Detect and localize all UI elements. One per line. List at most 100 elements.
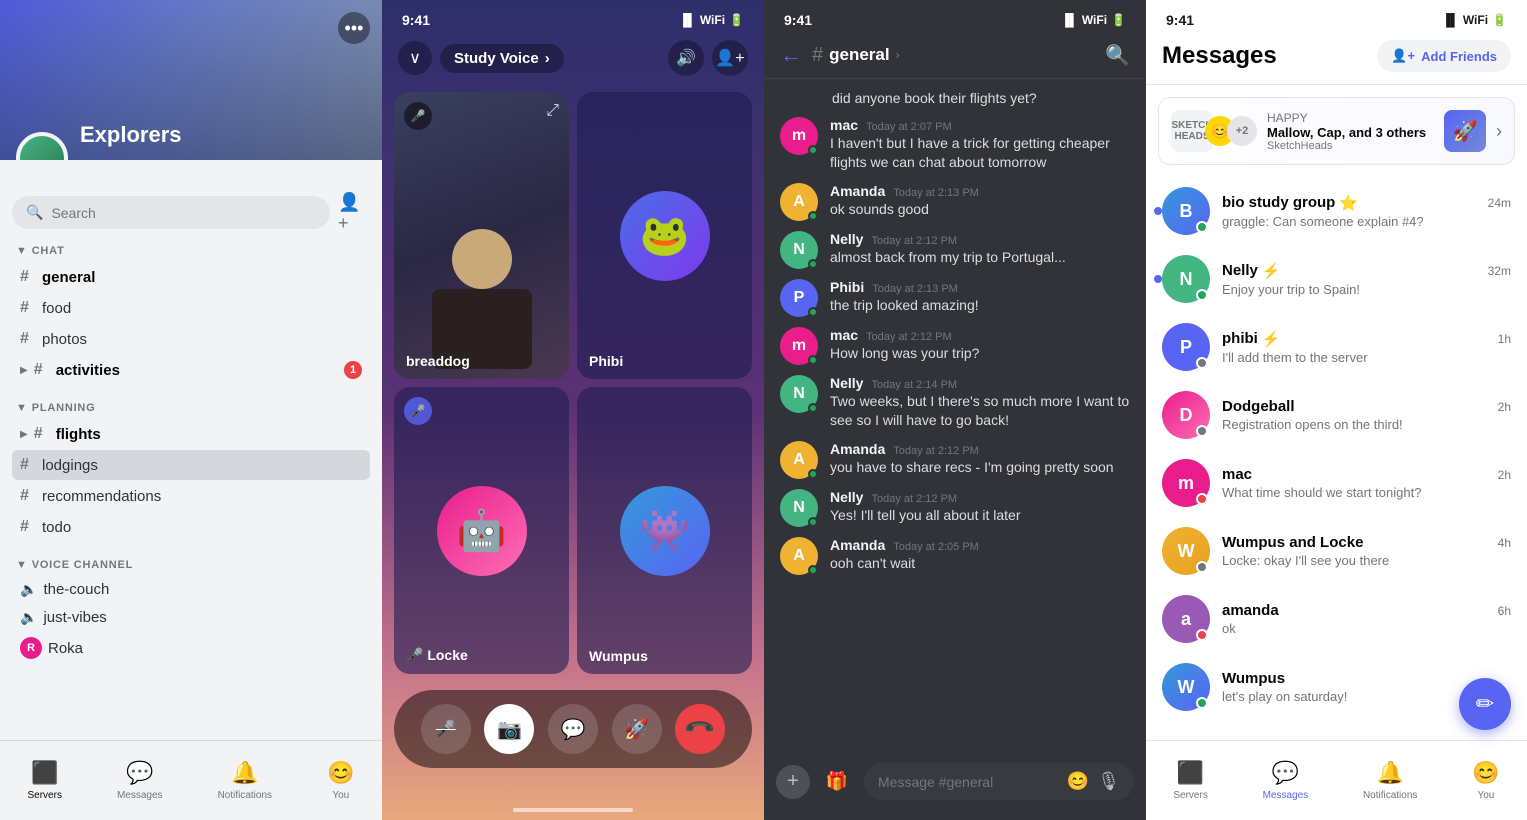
message-sender: Nelly ⚡ — [1222, 262, 1281, 280]
nav-notifications[interactable]: 🔔 Notifications — [1347, 752, 1433, 809]
microphone-button[interactable]: 🎙 — [1097, 771, 1120, 792]
author-row: Phibi Today at 2:13 PM — [830, 279, 1130, 295]
channel-flights[interactable]: ▶ # flights — [12, 419, 370, 449]
nav-you[interactable]: 😊 You — [311, 752, 370, 809]
nav-servers[interactable]: ⬛ Servers — [12, 752, 78, 809]
hangup-button[interactable]: 📞 — [665, 694, 736, 765]
status-dot — [808, 145, 818, 155]
add-friends-label: Add Friends — [1421, 49, 1497, 64]
chat-button[interactable]: 💬 — [548, 704, 598, 754]
back-button[interactable]: ∨ — [398, 41, 432, 75]
message-input[interactable]: Message #general 😊 🎙 — [864, 763, 1134, 800]
channel-food[interactable]: # food — [12, 293, 370, 323]
nav-messages[interactable]: 💬 Messages — [101, 752, 179, 809]
message-item[interactable]: a amanda 6h ok — [1146, 585, 1527, 653]
nav-you[interactable]: 😊 You — [1456, 752, 1515, 809]
avatar: N — [780, 375, 818, 413]
message-item[interactable]: N Nelly ⚡ 32m Enjoy your trip to Spain! — [1146, 245, 1527, 313]
voice-channel-name: the-couch — [43, 581, 109, 598]
chat-section-header[interactable]: ▼ CHAT — [12, 241, 370, 261]
message-text: How long was your trip? — [830, 344, 1130, 364]
message-time: Today at 2:12 PM — [893, 445, 979, 457]
panel-server-channels: Explorers ••• 🔍 Search 👤+ ▼ CHAT # gener… — [0, 0, 382, 820]
voice-channel-roka[interactable]: R Roka — [12, 632, 370, 664]
emoji-button[interactable]: 😊 — [1067, 771, 1089, 792]
avatar: N — [780, 231, 818, 269]
planning-section-header[interactable]: ▼ PLANNING — [12, 398, 370, 418]
channel-lodgings[interactable]: # lodgings — [12, 450, 370, 480]
status-bar: 9:41 ▐▌ WiFi 🔋 — [1146, 0, 1527, 32]
message-time: 32m — [1488, 264, 1511, 278]
participant-wumpus[interactable]: 👾 Wumpus — [577, 387, 752, 674]
voice-channel-the-couch[interactable]: 🔈 the-couch — [12, 576, 370, 603]
message-item[interactable]: m mac 2h What time should we start tonig… — [1146, 449, 1527, 517]
panel-chat: 9:41 ▐▌ WiFi 🔋 ← # general › 🔍 did anyon… — [764, 0, 1146, 820]
channel-general[interactable]: # general — [12, 262, 370, 292]
message-content: mac Today at 2:07 PM I haven't but I hav… — [830, 117, 1130, 173]
chat-chevron-icon: ▼ — [16, 245, 28, 257]
message-content: Phibi Today at 2:13 PM the trip looked a… — [830, 279, 1130, 317]
speaker-button[interactable]: 🔊 — [668, 40, 704, 76]
chat-header: ← # general › 🔍 — [764, 32, 1146, 79]
channel-name: general — [42, 269, 362, 286]
add-friends-button[interactable]: 👤+ Add Friends — [1377, 40, 1511, 72]
participant-phibi[interactable]: 🐸 Phibi — [577, 92, 752, 379]
message-content: Nelly ⚡ 32m Enjoy your trip to Spain! — [1222, 262, 1511, 297]
message-sender: amanda — [1222, 602, 1279, 619]
channel-recommendations[interactable]: # recommendations — [12, 481, 370, 511]
status-dot — [808, 565, 818, 575]
nav-servers[interactable]: ⬛ Servers — [1157, 752, 1223, 809]
nav-notifications[interactable]: 🔔 Notifications — [202, 752, 288, 809]
voice-channel-just-vibes[interactable]: 🔈 just-vibes — [12, 604, 370, 631]
voice-section-header[interactable]: ▼ VOICE CHANNEL — [12, 555, 370, 575]
channel-photos[interactable]: # photos — [12, 324, 370, 354]
author-row: Nelly Today at 2:12 PM — [830, 231, 1130, 247]
messages-list[interactable]: B bio study group ⭐ 24m graggle: Can som… — [1146, 177, 1527, 740]
chat-icon: 💬 — [561, 717, 586, 742]
compose-button[interactable]: ✏ — [1459, 678, 1511, 730]
message-text: you have to share recs - I'm going prett… — [830, 458, 1130, 478]
back-button[interactable]: ← — [780, 42, 802, 68]
status-icons: ▐▌ WiFi 🔋 — [1061, 13, 1126, 27]
message-item[interactable]: W Wumpus and Locke 4h Locke: okay I'll s… — [1146, 517, 1527, 585]
avatar: A — [780, 441, 818, 479]
search-box[interactable]: 🔍 Search — [12, 196, 330, 229]
author-row: Nelly Today at 2:12 PM — [830, 489, 1130, 505]
search-button[interactable]: 🔍 — [1105, 43, 1130, 68]
participant-locke[interactable]: 🤖 🎤 🎤 Locke — [394, 387, 569, 674]
chat-messages-list[interactable]: did anyone book their flights yet? m mac… — [764, 79, 1146, 755]
add-user-button[interactable]: 👤+ — [712, 40, 748, 76]
status-dot — [808, 355, 818, 365]
mute-icon: 🎤 — [436, 719, 456, 739]
channel-activities[interactable]: ▶ # activities 1 — [12, 355, 370, 385]
channel-name: lodgings — [42, 457, 362, 474]
camera-button[interactable]: 📷 — [484, 704, 534, 754]
chat-message: A Amanda Today at 2:05 PM ooh can't wait — [764, 533, 1146, 579]
add-member-button[interactable]: 👤+ — [338, 197, 370, 229]
rocket-button[interactable]: 🚀 — [612, 704, 662, 754]
message-time: Today at 2:14 PM — [871, 379, 957, 391]
server-banner: Explorers ••• — [0, 0, 382, 160]
channel-todo[interactable]: # todo — [12, 512, 370, 542]
mute-button[interactable]: 🎤 — [421, 704, 471, 754]
you-icon: 😊 — [327, 760, 354, 786]
phone-icon: 📞 — [683, 711, 718, 746]
message-time: 24m — [1488, 196, 1511, 210]
server-menu-button[interactable]: ••• — [338, 12, 370, 44]
participant-name: Phibi — [589, 353, 623, 369]
participant-breaddog[interactable]: 🎤 ⤢ breaddog — [394, 92, 569, 379]
channel-pill[interactable]: Study Voice › — [440, 44, 564, 73]
message-item[interactable]: B bio study group ⭐ 24m graggle: Can som… — [1146, 177, 1527, 245]
gift-button[interactable]: 🎁 — [820, 765, 854, 799]
message-item[interactable]: P phibi ⚡ 1h I'll add them to the server — [1146, 313, 1527, 381]
banner-content: HAPPY Mallow, Cap, and 3 others SketchHe… — [1267, 111, 1430, 152]
message-item[interactable]: D Dodgeball 2h Registration opens on the… — [1146, 381, 1527, 449]
count-badge: +2 — [1227, 116, 1257, 146]
message-time: Today at 2:05 PM — [893, 541, 979, 553]
nitro-banner[interactable]: SKETCHHEADS 😊 +2 HAPPY Mallow, Cap, and … — [1158, 97, 1515, 165]
message-preview: Enjoy your trip to Spain! — [1222, 282, 1511, 297]
status-time: 9:41 — [1166, 12, 1194, 28]
chat-message: m mac Today at 2:07 PM I haven't but I h… — [764, 113, 1146, 177]
add-button[interactable]: + — [776, 765, 810, 799]
nav-messages[interactable]: 💬 Messages — [1247, 752, 1325, 809]
